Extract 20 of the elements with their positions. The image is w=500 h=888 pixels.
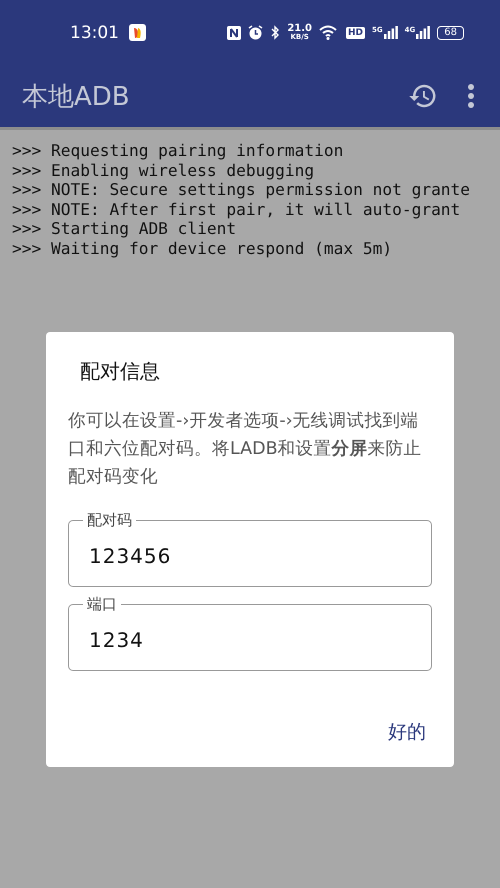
log-line: >>> Enabling wireless debugging [12,160,316,180]
battery-icon: 68 [437,26,464,40]
hd-badge: HD [346,26,366,38]
input-field[interactable]: 端口 1234 [68,595,432,671]
log-line: >>> NOTE: Secure settings permission not grante [12,180,472,200]
ok-button[interactable]: 好的 [376,713,438,751]
dialog-title: 配对信息 [80,358,161,385]
log-line: >>> Requesting pairing information [12,141,344,160]
log-line: >>> Starting ADB client [12,219,238,238]
app-title: 本地ADB [22,80,131,114]
log-line: >>> NOTE: After first pair, it will auto-grant [12,200,462,219]
app-notification-icon [129,24,146,41]
dialog-message: 你可以在设置-›开发者选项-›无线调试找到端口和六位配对码。将LADB和设置分屏来防止配对码变化 [68,410,423,489]
alarm-icon [248,25,264,40]
status-time: 13:01 [70,22,119,42]
bluetooth-icon [270,25,280,40]
input-field[interactable]: 配对码 123456 [68,511,432,587]
nfc-icon [227,26,242,40]
log-line: >>> Waiting for device respond (max 5m) [12,238,394,258]
wifi-icon [319,25,339,40]
